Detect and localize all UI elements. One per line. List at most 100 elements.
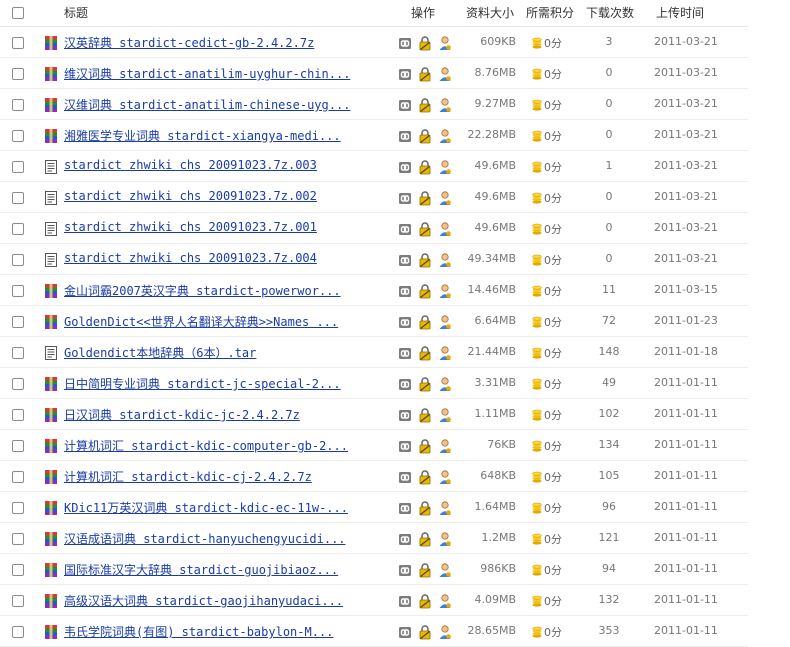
header-date[interactable]: 上传时间 <box>656 4 704 21</box>
row-checkbox[interactable] <box>12 68 24 80</box>
link-chain-icon[interactable] <box>398 500 412 516</box>
row-checkbox[interactable] <box>12 409 24 421</box>
file-title-link[interactable]: 汉英辞典 stardict-cedict-gb-2.4.2.7z <box>64 34 314 51</box>
link-chain-icon[interactable] <box>398 128 412 144</box>
link-chain-icon[interactable] <box>398 66 412 82</box>
lock-icon[interactable] <box>418 159 432 175</box>
row-checkbox[interactable] <box>12 347 24 359</box>
user-icon[interactable] <box>438 469 452 485</box>
header-downloads[interactable]: 下载次数 <box>586 4 634 21</box>
user-icon[interactable] <box>438 190 452 206</box>
link-chain-icon[interactable] <box>398 221 412 237</box>
row-checkbox[interactable] <box>12 316 24 328</box>
file-title-link[interactable]: stardict zhwiki chs 20091023.7z.001 <box>64 220 317 234</box>
file-title-link[interactable]: 日汉词典 stardict-kdic-jc-2.4.2.7z <box>64 406 300 423</box>
lock-icon[interactable] <box>418 128 432 144</box>
lock-icon[interactable] <box>418 314 432 330</box>
row-checkbox[interactable] <box>12 254 24 266</box>
lock-icon[interactable] <box>418 252 432 268</box>
lock-icon[interactable] <box>418 562 432 578</box>
file-title-link[interactable]: 湘雅医学专业词典 stardict-xiangya-medi... <box>64 127 341 144</box>
row-checkbox[interactable] <box>12 161 24 173</box>
link-chain-icon[interactable] <box>398 438 412 454</box>
header-points[interactable]: 所需积分 <box>526 4 574 21</box>
lock-icon[interactable] <box>418 35 432 51</box>
row-checkbox[interactable] <box>12 223 24 235</box>
row-checkbox[interactable] <box>12 564 24 576</box>
lock-icon[interactable] <box>418 283 432 299</box>
user-icon[interactable] <box>438 221 452 237</box>
lock-icon[interactable] <box>418 376 432 392</box>
file-title-link[interactable]: GoldenDict<<世界人名翻译大辞典>>Names ... <box>64 313 338 330</box>
lock-icon[interactable] <box>418 500 432 516</box>
user-icon[interactable] <box>438 252 452 268</box>
user-icon[interactable] <box>438 128 452 144</box>
select-all-checkbox[interactable] <box>12 7 24 19</box>
file-title-link[interactable]: KDic11万英汉词典 stardict-kdic-ec-11w-... <box>64 499 348 516</box>
link-chain-icon[interactable] <box>398 283 412 299</box>
lock-icon[interactable] <box>418 469 432 485</box>
file-title-link[interactable]: 维汉词典 stardict-anatilim-uyghur-chin... <box>64 65 350 82</box>
link-chain-icon[interactable] <box>398 314 412 330</box>
file-title-link[interactable]: 计算机词汇 stardict-kdic-cj-2.4.2.7z <box>64 468 312 485</box>
file-title-link[interactable]: 汉语成语词典 stardict-hanyuchengyucidi... <box>64 530 346 547</box>
header-title[interactable]: 标题 <box>64 4 88 21</box>
lock-icon[interactable] <box>418 97 432 113</box>
lock-icon[interactable] <box>418 221 432 237</box>
file-title-link[interactable]: 国际标准汉字大辞典 stardict-guojibiaoz... <box>64 561 338 578</box>
row-checkbox[interactable] <box>12 471 24 483</box>
row-checkbox[interactable] <box>12 99 24 111</box>
lock-icon[interactable] <box>418 345 432 361</box>
user-icon[interactable] <box>438 345 452 361</box>
user-icon[interactable] <box>438 97 452 113</box>
user-icon[interactable] <box>438 531 452 547</box>
link-chain-icon[interactable] <box>398 407 412 423</box>
file-title-link[interactable]: 高级汉语大词典 stardict-gaojihanyudaci... <box>64 592 343 609</box>
link-chain-icon[interactable] <box>398 376 412 392</box>
user-icon[interactable] <box>438 314 452 330</box>
file-title-link[interactable]: 汉维词典 stardict-anatilim-chinese-uyg... <box>64 96 350 113</box>
file-title-link[interactable]: stardict zhwiki chs 20091023.7z.004 <box>64 251 317 265</box>
link-chain-icon[interactable] <box>398 624 412 640</box>
user-icon[interactable] <box>438 376 452 392</box>
link-chain-icon[interactable] <box>398 35 412 51</box>
link-chain-icon[interactable] <box>398 190 412 206</box>
row-checkbox[interactable] <box>12 533 24 545</box>
user-icon[interactable] <box>438 593 452 609</box>
lock-icon[interactable] <box>418 407 432 423</box>
link-chain-icon[interactable] <box>398 562 412 578</box>
row-checkbox[interactable] <box>12 130 24 142</box>
lock-icon[interactable] <box>418 66 432 82</box>
user-icon[interactable] <box>438 624 452 640</box>
user-icon[interactable] <box>438 35 452 51</box>
link-chain-icon[interactable] <box>398 531 412 547</box>
lock-icon[interactable] <box>418 438 432 454</box>
file-title-link[interactable]: 韦氏学院词典(有图) stardict-babylon-M... <box>64 623 333 640</box>
user-icon[interactable] <box>438 562 452 578</box>
row-checkbox[interactable] <box>12 37 24 49</box>
user-icon[interactable] <box>438 407 452 423</box>
row-checkbox[interactable] <box>12 378 24 390</box>
link-chain-icon[interactable] <box>398 469 412 485</box>
file-title-link[interactable]: 日中简明专业词典 stardict-jc-special-2... <box>64 375 341 392</box>
row-checkbox[interactable] <box>12 285 24 297</box>
file-title-link[interactable]: Goldendict本地辞典（6本）.tar <box>64 344 256 361</box>
user-icon[interactable] <box>438 66 452 82</box>
file-title-link[interactable]: 计算机词汇 stardict-kdic-computer-gb-2... <box>64 437 348 454</box>
file-title-link[interactable]: stardict zhwiki chs 20091023.7z.002 <box>64 189 317 203</box>
user-icon[interactable] <box>438 159 452 175</box>
row-checkbox[interactable] <box>12 595 24 607</box>
link-chain-icon[interactable] <box>398 97 412 113</box>
user-icon[interactable] <box>438 500 452 516</box>
file-title-link[interactable]: 金山词霸2007英汉字典 stardict-powerwor... <box>64 282 341 299</box>
file-title-link[interactable]: stardict zhwiki chs 20091023.7z.003 <box>64 158 317 172</box>
link-chain-icon[interactable] <box>398 252 412 268</box>
user-icon[interactable] <box>438 283 452 299</box>
lock-icon[interactable] <box>418 190 432 206</box>
row-checkbox[interactable] <box>12 440 24 452</box>
link-chain-icon[interactable] <box>398 345 412 361</box>
link-chain-icon[interactable] <box>398 159 412 175</box>
user-icon[interactable] <box>438 438 452 454</box>
header-size[interactable]: 资料大小 <box>466 4 514 21</box>
link-chain-icon[interactable] <box>398 593 412 609</box>
